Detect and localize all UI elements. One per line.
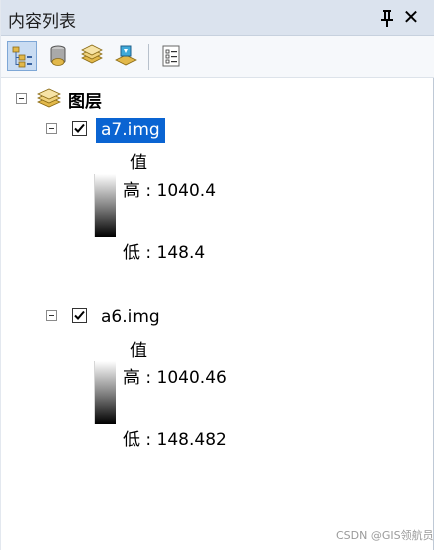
color-ramp bbox=[94, 361, 116, 424]
panel-title: 内容列表 bbox=[8, 12, 76, 32]
list-by-visibility-icon bbox=[81, 44, 103, 64]
options-icon bbox=[162, 45, 180, 67]
list-by-source-button[interactable] bbox=[43, 41, 73, 71]
layer-visibility-checkbox[interactable] bbox=[72, 308, 87, 323]
layer-name[interactable]: a7.img bbox=[96, 118, 165, 143]
legend-high-value: 高 : 1040.46 bbox=[123, 368, 227, 388]
color-ramp bbox=[94, 174, 116, 237]
legend-field-label: 值 bbox=[130, 341, 147, 361]
layer-name[interactable]: a6.img bbox=[101, 305, 160, 330]
close-icon[interactable]: ✕ bbox=[401, 7, 421, 27]
list-by-visibility-button[interactable] bbox=[77, 41, 107, 71]
legend-field-label: 值 bbox=[130, 153, 147, 173]
layer-tree: 图层 a7.img 值 高 : 1040.4 低 : 148.4 a6.img … bbox=[1, 78, 434, 550]
table-of-contents-panel: 内容列表 ✕ 图层 a7.img 值 高: 1040.4 低: 148.4 … bbox=[0, 0, 434, 550]
layer-collapse-toggle[interactable] bbox=[46, 123, 57, 134]
layers-icon bbox=[36, 87, 62, 115]
list-by-drawing-order-button[interactable] bbox=[7, 41, 37, 71]
legend-low-value: 低 : 148.4 bbox=[123, 243, 206, 263]
list-by-selection-button[interactable] bbox=[111, 41, 141, 71]
watermark: CSDN @GIS领航员 bbox=[336, 529, 434, 542]
root-collapse-toggle[interactable] bbox=[16, 93, 27, 104]
toolbar-separator bbox=[148, 44, 149, 70]
layer-collapse-toggle[interactable] bbox=[46, 310, 57, 321]
layer-visibility-checkbox[interactable] bbox=[72, 121, 87, 136]
checkmark-icon bbox=[74, 310, 85, 320]
root-layer-label[interactable]: 图层 bbox=[68, 87, 102, 112]
list-by-selection-icon bbox=[115, 45, 137, 66]
options-button[interactable] bbox=[156, 41, 186, 71]
pin-icon[interactable] bbox=[378, 8, 396, 28]
legend-low-value: 低 : 148.482 bbox=[123, 430, 227, 450]
list-by-drawing-order-icon bbox=[12, 46, 32, 68]
list-by-source-icon bbox=[50, 45, 66, 66]
checkmark-icon bbox=[74, 123, 85, 133]
legend-high-value: 高 : 1040.4 bbox=[123, 181, 217, 201]
toc-toolbar bbox=[1, 36, 434, 78]
panel-titlebar: 内容列表 ✕ bbox=[1, 0, 434, 36]
